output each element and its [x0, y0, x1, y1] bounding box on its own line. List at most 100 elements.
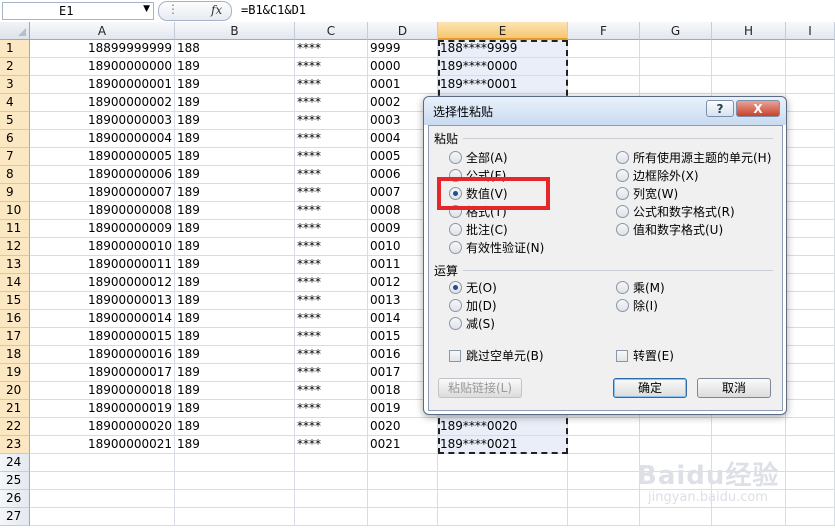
- cell-d3[interactable]: 0001: [368, 76, 438, 94]
- cell-i7[interactable]: [786, 148, 835, 166]
- column-header-d[interactable]: D: [368, 22, 438, 40]
- cell-a13[interactable]: 18900000011: [30, 256, 175, 274]
- ok-button[interactable]: 确定: [613, 378, 687, 398]
- cell-b26[interactable]: [175, 490, 295, 508]
- column-header-f[interactable]: F: [568, 22, 640, 40]
- cell-c21[interactable]: ****: [295, 400, 368, 418]
- name-box[interactable]: E1 ▼: [2, 2, 154, 20]
- cell-a2[interactable]: 18900000000: [30, 58, 175, 76]
- cell-h3[interactable]: [712, 76, 786, 94]
- cell-a14[interactable]: 18900000012: [30, 274, 175, 292]
- row-header[interactable]: 27: [0, 508, 30, 526]
- radio-icon[interactable]: [449, 151, 462, 164]
- cell-a25[interactable]: [30, 472, 175, 490]
- cell-i25[interactable]: [786, 472, 835, 490]
- select-all-corner[interactable]: [0, 22, 30, 40]
- cell-h22[interactable]: [712, 418, 786, 436]
- cell-c15[interactable]: ****: [295, 292, 368, 310]
- formula-input[interactable]: =B1&C1&D1: [241, 3, 306, 17]
- row-header[interactable]: 3: [0, 76, 30, 94]
- cell-b17[interactable]: 189: [175, 328, 295, 346]
- cell-d22[interactable]: 0020: [368, 418, 438, 436]
- cell-c12[interactable]: ****: [295, 238, 368, 256]
- cell-i1[interactable]: [786, 40, 835, 58]
- row-header[interactable]: 26: [0, 490, 30, 508]
- cell-e1[interactable]: 188****9999: [438, 40, 568, 58]
- cell-b23[interactable]: 189: [175, 436, 295, 454]
- cell-c16[interactable]: ****: [295, 310, 368, 328]
- cell-e25[interactable]: [438, 472, 568, 490]
- cell-a4[interactable]: 18900000002: [30, 94, 175, 112]
- cell-a23[interactable]: 18900000021: [30, 436, 175, 454]
- cell-g27[interactable]: [640, 508, 712, 526]
- radio-icon[interactable]: [449, 299, 462, 312]
- cell-i24[interactable]: [786, 454, 835, 472]
- radio-icon[interactable]: [449, 169, 462, 182]
- row-header[interactable]: 5: [0, 112, 30, 130]
- cell-a8[interactable]: 18900000006: [30, 166, 175, 184]
- cell-a9[interactable]: 18900000007: [30, 184, 175, 202]
- cell-c7[interactable]: ****: [295, 148, 368, 166]
- paste-extra-radio-2[interactable]: 列宽(W): [616, 186, 678, 202]
- cell-i8[interactable]: [786, 166, 835, 184]
- row-header[interactable]: 16: [0, 310, 30, 328]
- cell-i16[interactable]: [786, 310, 835, 328]
- row-header[interactable]: 14: [0, 274, 30, 292]
- radio-icon[interactable]: [616, 281, 629, 294]
- cell-f25[interactable]: [568, 472, 640, 490]
- cell-a6[interactable]: 18900000004: [30, 130, 175, 148]
- column-header-e[interactable]: E: [438, 22, 568, 40]
- cell-i21[interactable]: [786, 400, 835, 418]
- close-button[interactable]: X: [736, 100, 780, 117]
- cell-b12[interactable]: 189: [175, 238, 295, 256]
- cell-i5[interactable]: [786, 112, 835, 130]
- cell-b24[interactable]: [175, 454, 295, 472]
- cell-i19[interactable]: [786, 364, 835, 382]
- row-header[interactable]: 22: [0, 418, 30, 436]
- radio-icon[interactable]: [616, 223, 629, 236]
- cell-c22[interactable]: ****: [295, 418, 368, 436]
- cell-b19[interactable]: 189: [175, 364, 295, 382]
- paste-radio-5[interactable]: 有效性验证(N): [449, 240, 544, 256]
- row-header[interactable]: 4: [0, 94, 30, 112]
- cell-i20[interactable]: [786, 382, 835, 400]
- row-header[interactable]: 7: [0, 148, 30, 166]
- cell-f22[interactable]: [568, 418, 640, 436]
- cell-i14[interactable]: [786, 274, 835, 292]
- cell-c6[interactable]: ****: [295, 130, 368, 148]
- cell-c4[interactable]: ****: [295, 94, 368, 112]
- cell-c18[interactable]: ****: [295, 346, 368, 364]
- cell-f26[interactable]: [568, 490, 640, 508]
- function-buttons[interactable]: ⋮ fx: [158, 1, 232, 21]
- cell-e24[interactable]: [438, 454, 568, 472]
- cell-i26[interactable]: [786, 490, 835, 508]
- cell-a3[interactable]: 18900000001: [30, 76, 175, 94]
- paste-extra-radio-3[interactable]: 公式和数字格式(R): [616, 204, 735, 220]
- cell-b25[interactable]: [175, 472, 295, 490]
- cell-i15[interactable]: [786, 292, 835, 310]
- cell-i23[interactable]: [786, 436, 835, 454]
- checkbox-icon[interactable]: [449, 349, 461, 362]
- paste-extra-radio-0[interactable]: 所有使用源主题的单元(H): [616, 150, 771, 166]
- cell-e2[interactable]: 189****0000: [438, 58, 568, 76]
- row-header[interactable]: 20: [0, 382, 30, 400]
- cell-b22[interactable]: 189: [175, 418, 295, 436]
- row-header[interactable]: 15: [0, 292, 30, 310]
- column-header-c[interactable]: C: [295, 22, 368, 40]
- paste-radio-0[interactable]: 全部(A): [449, 150, 508, 166]
- cell-a15[interactable]: 18900000013: [30, 292, 175, 310]
- cell-c1[interactable]: ****: [295, 40, 368, 58]
- row-header[interactable]: 11: [0, 220, 30, 238]
- cell-b15[interactable]: 189: [175, 292, 295, 310]
- paste-extra-radio-1[interactable]: 边框除外(X): [616, 168, 699, 184]
- column-header-g[interactable]: G: [640, 22, 712, 40]
- cell-i18[interactable]: [786, 346, 835, 364]
- row-header[interactable]: 25: [0, 472, 30, 490]
- cell-c26[interactable]: [295, 490, 368, 508]
- cell-h23[interactable]: [712, 436, 786, 454]
- help-button[interactable]: ?: [706, 100, 734, 117]
- cell-g3[interactable]: [640, 76, 712, 94]
- cell-h27[interactable]: [712, 508, 786, 526]
- cell-c10[interactable]: ****: [295, 202, 368, 220]
- operation-radio-1[interactable]: 加(D): [449, 298, 497, 314]
